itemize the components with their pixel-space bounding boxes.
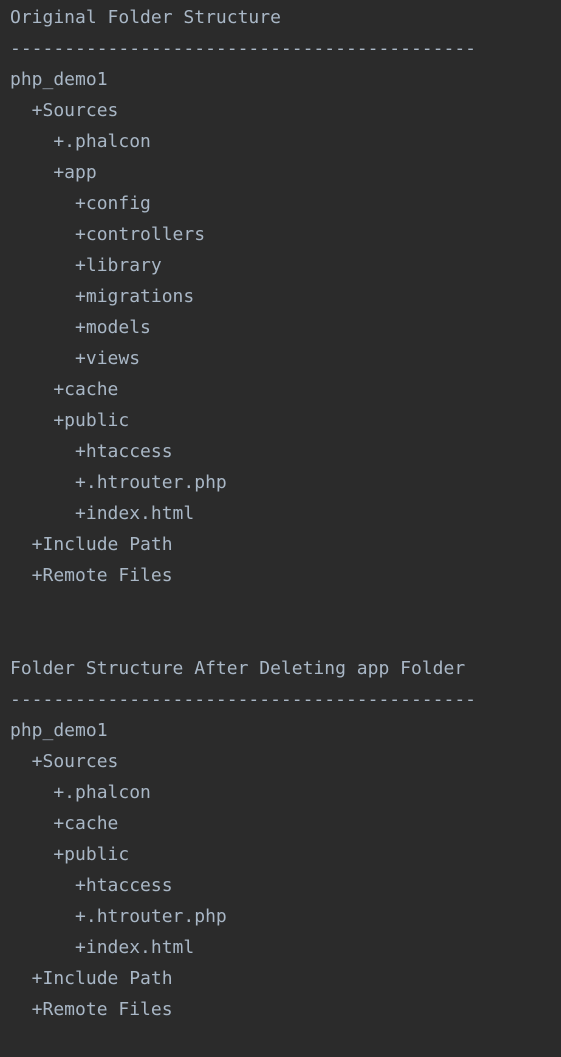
text-line: +Sources xyxy=(10,751,119,772)
text-line: +Sources xyxy=(10,100,119,121)
text-line: +public xyxy=(10,410,130,431)
text-line: +.phalcon xyxy=(10,782,151,803)
text-line: Folder Structure After Deleting app Fold… xyxy=(10,658,466,679)
text-line: +.phalcon xyxy=(10,131,151,152)
text-line: php_demo1 xyxy=(10,720,108,741)
text-line: +Include Path xyxy=(10,534,173,555)
text-line: +cache xyxy=(10,813,119,834)
text-line: +Include Path xyxy=(10,968,173,989)
text-line: +public xyxy=(10,844,130,865)
text-line: +cache xyxy=(10,379,119,400)
text-line: +htaccess xyxy=(10,875,173,896)
text-line: +models xyxy=(10,317,151,338)
text-line: +Remote Files xyxy=(10,565,173,586)
text-line: +htaccess xyxy=(10,441,173,462)
text-line: +library xyxy=(10,255,162,276)
text-line: +migrations xyxy=(10,286,195,307)
text-line: Original Folder Structure xyxy=(10,7,281,28)
text-line: ----------------------------------------… xyxy=(10,38,476,59)
text-line: +controllers xyxy=(10,224,206,245)
text-line: +Remote Files xyxy=(10,999,173,1020)
text-line: +config xyxy=(10,193,151,214)
text-line: +index.html xyxy=(10,937,195,958)
text-line: ----------------------------------------… xyxy=(10,689,476,710)
text-editor-pane[interactable]: Original Folder Structure --------------… xyxy=(0,0,561,1057)
text-line: +views xyxy=(10,348,141,369)
text-line: +.htrouter.php xyxy=(10,472,227,493)
text-line: +.htrouter.php xyxy=(10,906,227,927)
text-line: +index.html xyxy=(10,503,195,524)
text-line: +app xyxy=(10,162,97,183)
text-line: php_demo1 xyxy=(10,69,108,90)
